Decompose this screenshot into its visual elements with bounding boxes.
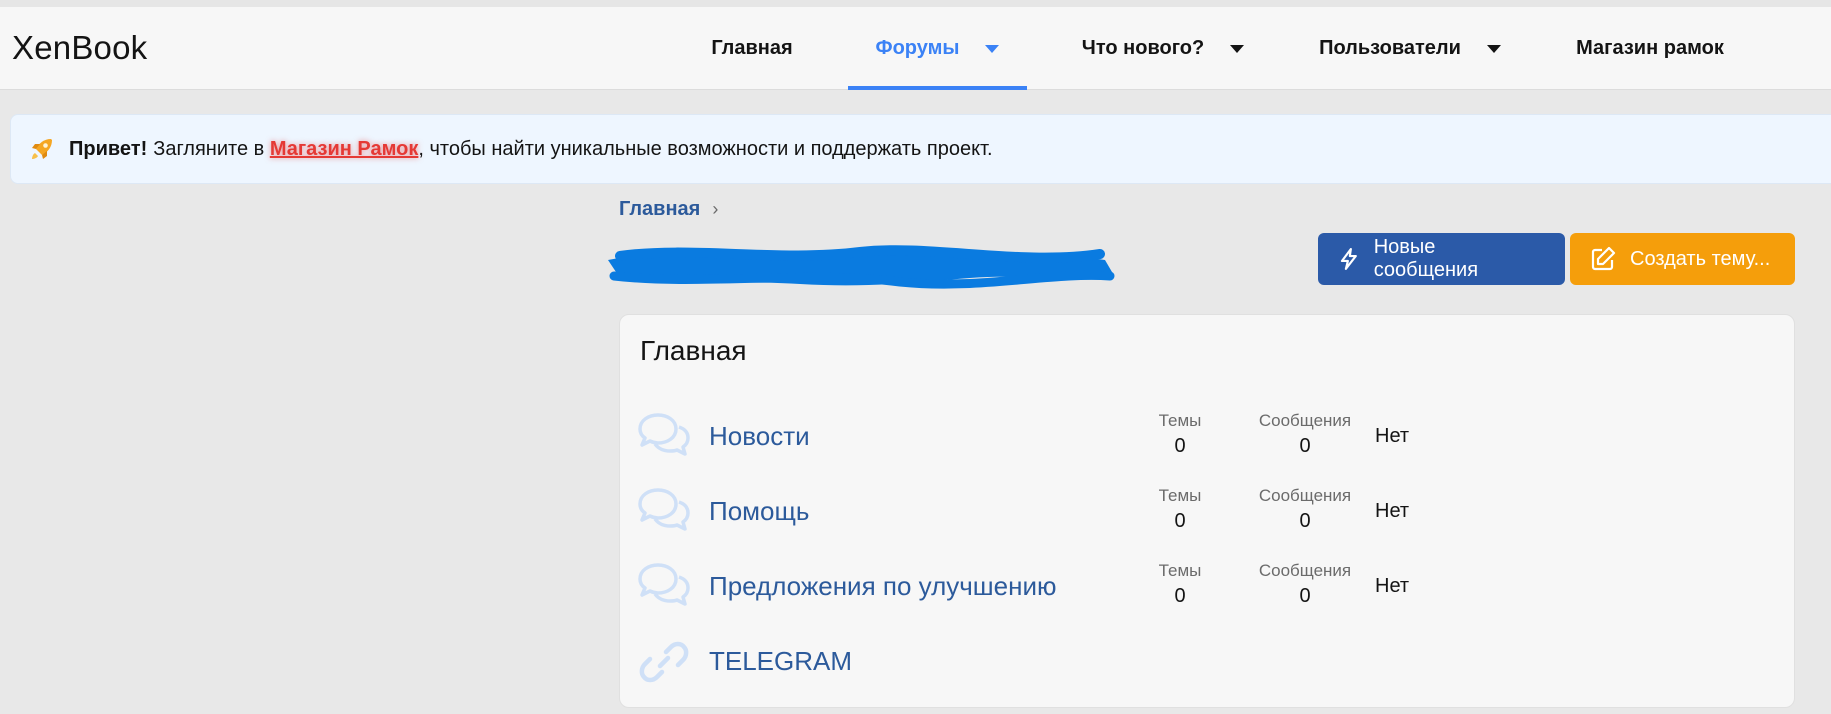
breadcrumb: Главная ›: [619, 198, 718, 221]
node-row: Новости Темы 0 Сообщения 0 Нет: [620, 403, 1796, 473]
nav-whats-new-label: Что нового?: [1081, 37, 1205, 59]
chevron-down-icon[interactable]: [985, 44, 1000, 53]
node-last-post: Нет: [1375, 425, 1410, 447]
notice-banner: Привет! Загляните в Магазин Рамок, чтобы…: [10, 114, 1831, 184]
messages-label: Сообщения: [1258, 486, 1352, 505]
node-title[interactable]: Новости: [709, 421, 810, 452]
node-threads-stat: Темы 0: [1150, 561, 1210, 608]
nav-members[interactable]: Пользователи: [1305, 7, 1515, 90]
nav-home[interactable]: Главная: [688, 7, 816, 90]
notice-text-before: Загляните в: [153, 137, 265, 160]
messages-value: 0: [1299, 435, 1311, 457]
node-row: Помощь Темы 0 Сообщения 0 Нет: [620, 478, 1796, 548]
notice-greeting: Привет!: [69, 137, 148, 160]
chevron-right-icon: ›: [712, 199, 719, 219]
node-threads-stat: Темы 0: [1150, 486, 1210, 533]
node-last-post: Нет: [1375, 575, 1410, 597]
chevron-down-icon[interactable]: [1486, 44, 1501, 53]
chevron-down-icon[interactable]: [1230, 44, 1245, 53]
rocket-icon: [32, 139, 52, 159]
messages-label: Сообщения: [1258, 561, 1352, 580]
edit-icon: [1591, 246, 1616, 271]
messages-value: 0: [1299, 585, 1311, 607]
nav-frame-shop-label: Магазин рамок: [1576, 37, 1724, 59]
node-title[interactable]: TELEGRAM: [709, 646, 852, 677]
nav-whats-new[interactable]: Что нового?: [1063, 7, 1263, 90]
node-title[interactable]: Предложения по улучшению: [709, 571, 1056, 602]
redacted-page-title: [608, 245, 1115, 289]
node-title[interactable]: Помощь: [709, 496, 809, 527]
notice-text-after: , чтобы найти уникальные возможности и п…: [418, 137, 993, 160]
node-row: TELEGRAM: [620, 628, 1796, 698]
threads-label: Темы: [1158, 561, 1202, 580]
notice-shop-link[interactable]: Магазин Рамок: [270, 138, 419, 161]
nav-home-label: Главная: [711, 37, 793, 59]
nav-frame-shop[interactable]: Магазин рамок: [1560, 7, 1740, 90]
site-header: XenBook Главная Форумы Что нового? Польз…: [0, 7, 1831, 90]
threads-label: Темы: [1158, 411, 1202, 430]
link-icon: [639, 641, 689, 683]
node-last-post: Нет: [1375, 500, 1410, 522]
new-posts-button[interactable]: Новые сообщения: [1318, 233, 1565, 285]
breadcrumb-home[interactable]: Главная: [619, 198, 700, 221]
forum-chat-icon: [638, 413, 690, 456]
create-thread-label: Создать тему...: [1630, 247, 1771, 270]
top-strip: [0, 0, 1831, 7]
messages-label: Сообщения: [1258, 411, 1352, 430]
site-logo[interactable]: XenBook: [12, 29, 147, 67]
nav-forums-label: Форумы: [875, 37, 960, 59]
node-threads-stat: Темы 0: [1150, 411, 1210, 458]
threads-value: 0: [1174, 435, 1186, 457]
forum-chat-icon: [638, 563, 690, 606]
threads-value: 0: [1174, 585, 1186, 607]
threads-label: Темы: [1158, 486, 1202, 505]
forum-chat-icon: [638, 488, 690, 531]
threads-value: 0: [1174, 510, 1186, 532]
node-messages-stat: Сообщения 0: [1250, 486, 1360, 533]
node-messages-stat: Сообщения 0: [1250, 561, 1360, 608]
category-title[interactable]: Главная: [640, 335, 747, 367]
node-row: Предложения по улучшению Темы 0 Сообщени…: [620, 553, 1796, 623]
category-panel: Главная Новости Темы 0 Сообщения 0 Нет П…: [619, 314, 1795, 708]
node-messages-stat: Сообщения 0: [1250, 411, 1360, 458]
new-posts-label: Новые сообщения: [1373, 236, 1479, 281]
nav-members-label: Пользователи: [1319, 37, 1461, 59]
create-thread-button[interactable]: Создать тему...: [1570, 233, 1795, 285]
lightning-icon: [1340, 248, 1357, 270]
nav-forums[interactable]: Форумы: [848, 7, 1027, 90]
messages-value: 0: [1299, 510, 1311, 532]
